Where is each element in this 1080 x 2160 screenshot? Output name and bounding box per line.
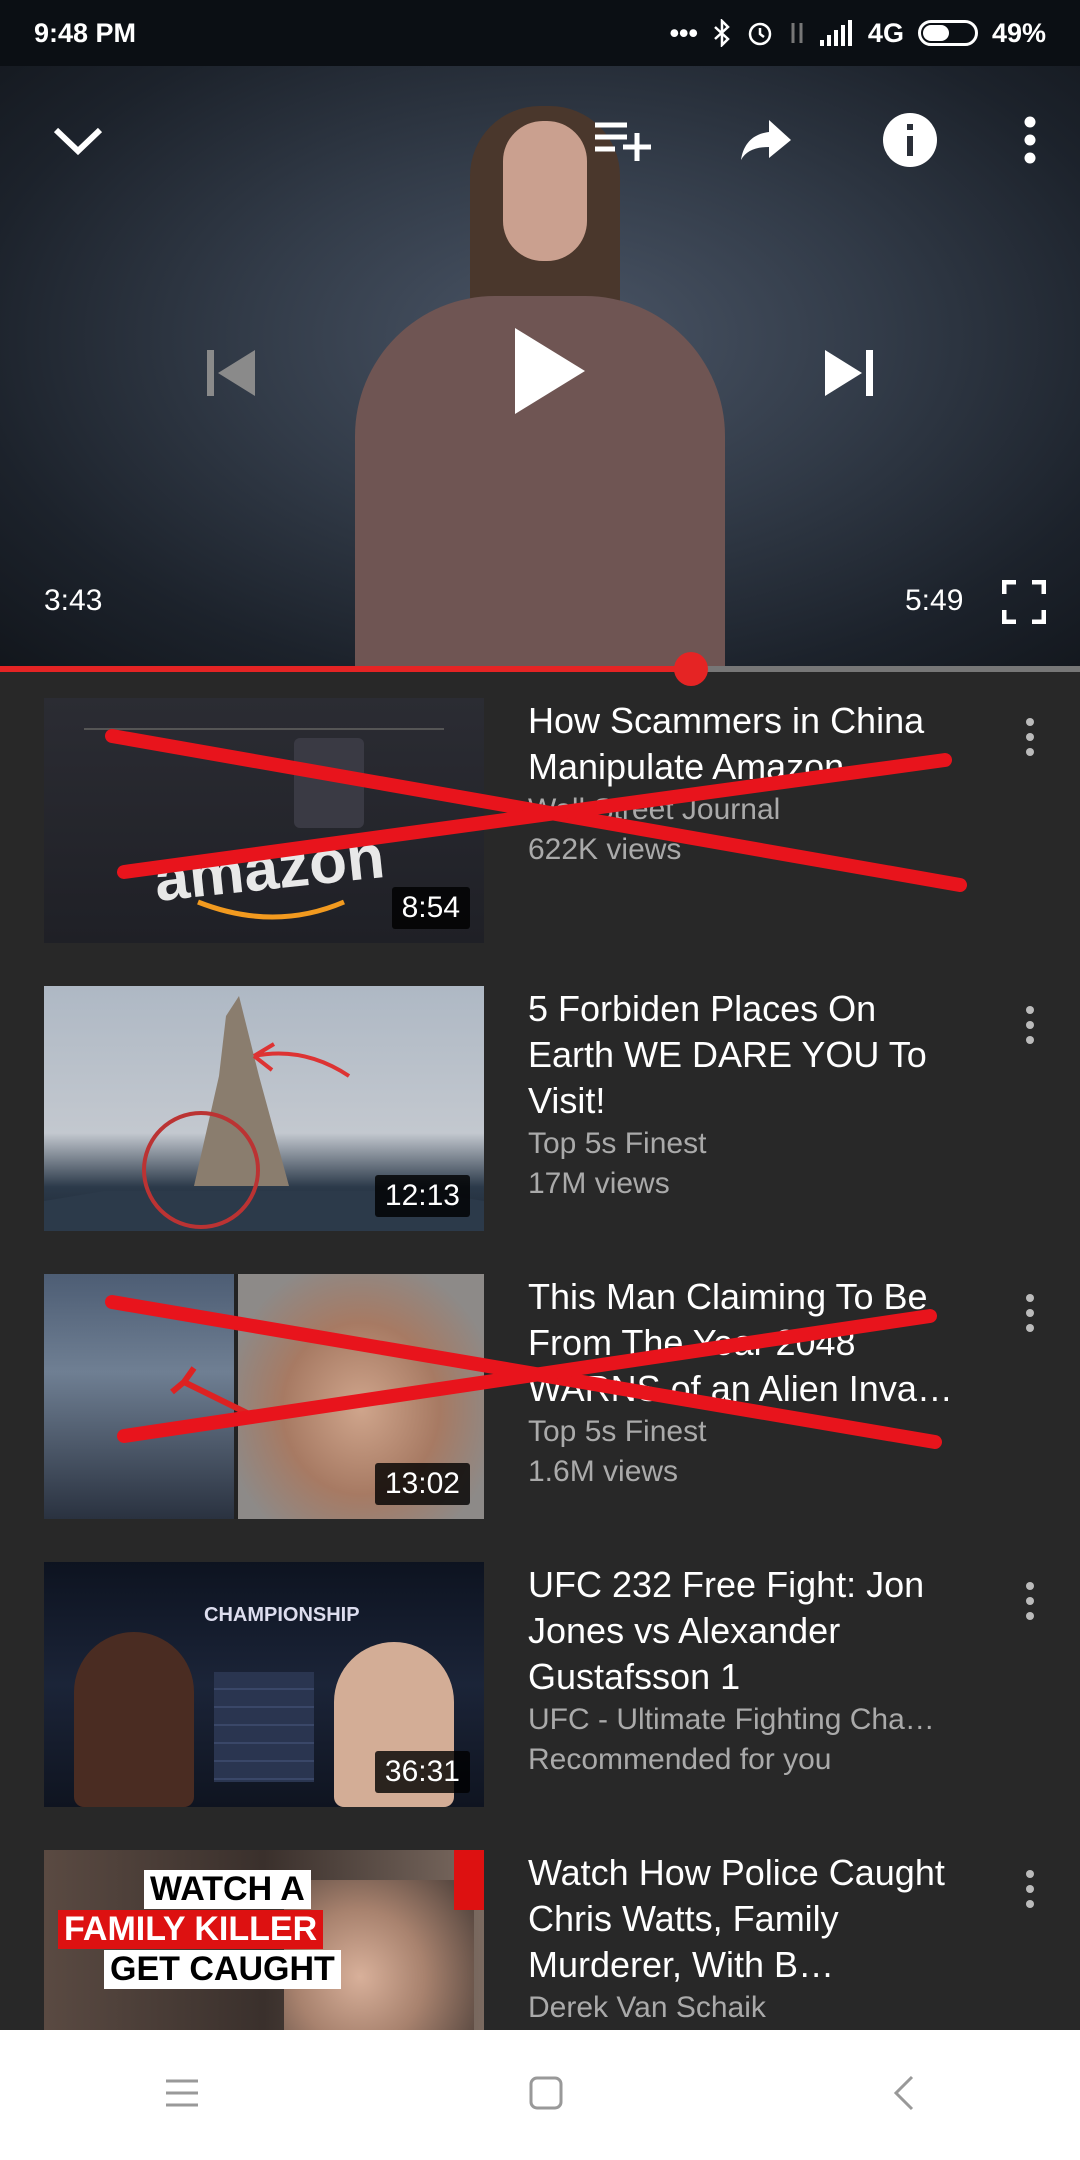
network-type: 4G <box>867 17 904 48</box>
video-thumbnail[interactable]: CHAMPIONSHIP 36:31 <box>44 1562 484 1807</box>
signal-icon <box>819 20 852 46</box>
bluetooth-icon <box>714 19 730 47</box>
chevron-down-icon <box>53 127 103 156</box>
thumbnail-banner: CHAMPIONSHIP <box>204 1604 360 1626</box>
video-channel: Derek Van Schaik <box>528 1991 766 2024</box>
thumbnail-line-1: WATCH A <box>144 1870 311 1909</box>
alarm-icon <box>748 22 772 46</box>
video-player[interactable]: 3:43 5:49 <box>0 66 1080 670</box>
system-nav-bar <box>0 2030 1080 2160</box>
minimize-button[interactable] <box>48 110 108 170</box>
thumbnail-fighter-left <box>74 1632 194 1807</box>
share-icon <box>741 120 791 160</box>
fullscreen-button[interactable] <box>1000 578 1048 626</box>
home-icon <box>529 2076 563 2109</box>
video-thumbnail[interactable]: 13:02 <box>44 1274 484 1519</box>
play-icon <box>515 328 585 414</box>
video-duration: 8:54 <box>391 887 470 929</box>
more-vert-icon[interactable] <box>1010 1862 1050 1930</box>
info-icon <box>883 113 937 167</box>
arrow-annotation-icon <box>252 1042 351 1078</box>
up-next-list[interactable]: amazon 8:54 How Scammers in China Manipu… <box>0 680 1080 2030</box>
status-time: 9:48 PM <box>34 17 137 48</box>
more-notifications-icon: ••• <box>669 17 698 48</box>
status-bar: 9:48 PM ••• 4G 49% <box>0 0 1080 66</box>
seek-bar[interactable] <box>0 652 1080 686</box>
video-title[interactable]: 5 Forbiden Places On Earth WE DARE YOU T… <box>528 986 968 1124</box>
video-info[interactable]: How Scammers in China Manipulate Amazon … <box>528 698 968 870</box>
video-thumbnail[interactable]: 12:13 <box>44 986 484 1231</box>
list-item[interactable]: WATCH A FAMILY KILLER GET CAUGHT Watch H… <box>0 1832 1080 2030</box>
more-vert-icon[interactable] <box>1010 1574 1050 1642</box>
more-vert-icon[interactable] <box>1010 998 1050 1066</box>
add-to-playlist-icon <box>595 122 651 161</box>
video-views: 17M views <box>528 1167 670 1200</box>
video-channel: Top 5s Finest <box>528 1127 707 1160</box>
seek-bar-played <box>0 666 692 672</box>
video-title[interactable]: UFC 232 Free Fight: Jon Jones vs Alexand… <box>528 1562 968 1700</box>
video-duration: 13:02 <box>374 1463 470 1505</box>
list-item[interactable]: amazon 8:54 How Scammers in China Manipu… <box>0 680 1080 968</box>
video-info[interactable]: UFC 232 Free Fight: Jon Jones vs Alexand… <box>528 1562 968 1780</box>
next-button[interactable] <box>814 338 884 408</box>
menu-button[interactable] <box>164 2078 200 2113</box>
video-views: 622K views <box>528 833 682 866</box>
home-button[interactable] <box>529 2076 563 2115</box>
battery-level: 49% <box>991 17 1046 48</box>
total-duration: 5:49 <box>905 584 964 617</box>
thumbnail-jacket <box>294 738 364 828</box>
back-button[interactable] <box>892 2075 916 2116</box>
status-icons: ••• 4G 49% <box>670 18 1046 49</box>
previous-button[interactable] <box>196 338 266 408</box>
thumbnail-hanging-items <box>84 728 444 800</box>
list-item[interactable]: CHAMPIONSHIP 36:31 UFC 232 Free Fight: J… <box>0 1544 1080 1832</box>
more-options-button[interactable] <box>1010 110 1050 170</box>
list-item[interactable]: 13:02 This Man Claiming To Be From The Y… <box>0 1256 1080 1544</box>
thumbnail-red-accent <box>454 1850 484 1910</box>
more-vert-icon[interactable] <box>1010 1286 1050 1354</box>
list-item[interactable]: 12:13 5 Forbiden Places On Earth WE DARE… <box>0 968 1080 1256</box>
data-icon <box>791 23 803 43</box>
video-thumbnail[interactable]: amazon 8:54 <box>44 698 484 943</box>
info-button[interactable] <box>878 108 942 172</box>
more-vert-icon[interactable] <box>1010 710 1050 778</box>
circle-annotation <box>142 1111 260 1229</box>
video-info[interactable]: Watch How Police Caught Chris Watts, Fam… <box>528 1850 968 2028</box>
video-recommendation: Recommended for you <box>528 1743 832 1776</box>
video-channel: Wall Street Journal <box>528 793 781 826</box>
thumbnail-line-2: FAMILY KILLER <box>58 1910 324 1949</box>
share-button[interactable] <box>734 110 798 170</box>
video-duration: 12:13 <box>374 1175 470 1217</box>
video-duration: 36:31 <box>374 1751 470 1793</box>
arrow-annotation-icon <box>170 1366 251 1417</box>
add-to-playlist-button[interactable] <box>590 110 654 170</box>
next-icon <box>825 350 873 396</box>
video-title[interactable]: Watch How Police Caught Chris Watts, Fam… <box>528 1850 968 1988</box>
video-views: 1.6M views <box>528 1455 679 1488</box>
video-info[interactable]: 5 Forbiden Places On Earth WE DARE YOU T… <box>528 986 968 1204</box>
thumbnail-line-3: GET CAUGHT <box>104 1950 341 1989</box>
current-time: 3:43 <box>44 584 103 617</box>
play-button[interactable] <box>500 316 600 426</box>
video-frame-face <box>503 121 587 261</box>
battery-icon <box>917 20 978 46</box>
video-channel: UFC - Ultimate Fighting Cha… <box>528 1703 935 1736</box>
video-title[interactable]: How Scammers in China Manipulate Amazon <box>528 698 968 790</box>
video-channel: Top 5s Finest <box>528 1415 707 1448</box>
fullscreen-icon <box>1002 580 1046 624</box>
more-vert-icon <box>1024 116 1036 164</box>
video-thumbnail[interactable]: WATCH A FAMILY KILLER GET CAUGHT <box>44 1850 484 2030</box>
thumbnail-stats-table <box>214 1672 314 1782</box>
menu-icon <box>166 2079 199 2106</box>
previous-icon <box>207 350 255 396</box>
video-info[interactable]: This Man Claiming To Be From The Year 20… <box>528 1274 968 1492</box>
amazon-smile-icon <box>197 899 345 920</box>
back-icon <box>893 2075 913 2110</box>
video-title[interactable]: This Man Claiming To Be From The Year 20… <box>528 1274 968 1412</box>
